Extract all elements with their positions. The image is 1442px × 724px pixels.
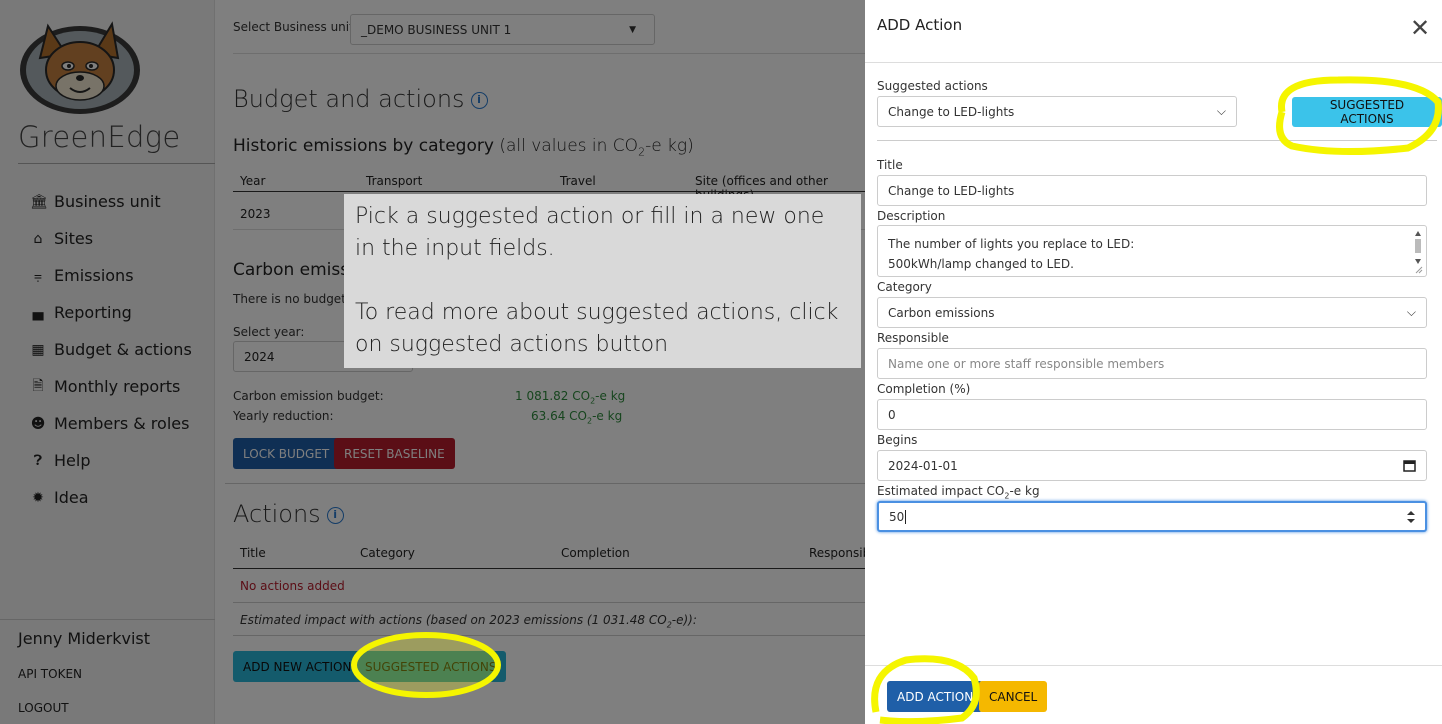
help-tooltip: Pick a suggested action or fill in a new… xyxy=(344,194,861,368)
begins-date-input[interactable]: 2024-01-01 xyxy=(877,450,1427,481)
close-icon[interactable]: ✕ xyxy=(1410,16,1430,40)
completion-input[interactable]: 0 xyxy=(877,399,1427,430)
spinner-icon[interactable] xyxy=(1407,510,1415,524)
suggested-actions-label: Suggested actions xyxy=(877,79,988,93)
divider xyxy=(865,62,1442,63)
category-value: Carbon emissions xyxy=(888,305,995,320)
cancel-button[interactable]: CANCEL xyxy=(979,681,1048,712)
description-line: 500kWh/lamp changed to LED. xyxy=(888,257,1074,271)
category-select[interactable]: Carbon emissions ⌵ xyxy=(877,297,1427,328)
completion-label: Completion (%) xyxy=(877,382,971,396)
impact-label: Estimated impact CO2-e kg xyxy=(877,484,1040,501)
modal-title: ADD Action xyxy=(877,16,963,34)
category-label: Category xyxy=(877,280,932,294)
description-label: Description xyxy=(877,209,946,223)
begins-label: Begins xyxy=(877,433,918,447)
tooltip-line: Pick a suggested action or fill in a new… xyxy=(355,204,825,261)
title-input[interactable]: Change to LED-lights xyxy=(877,175,1427,206)
description-line: The number of lights you replace to LED: xyxy=(888,237,1135,251)
title-label: Title xyxy=(877,158,903,172)
divider xyxy=(877,140,1437,141)
add-action-button[interactable]: ADD ACTION xyxy=(887,681,984,712)
suggested-actions-button[interactable]: SUGGESTED ACTIONS xyxy=(1292,97,1442,127)
divider xyxy=(865,665,1442,666)
chevron-down-icon: ⌵ xyxy=(1406,305,1416,319)
add-action-modal: ADD Action ✕ Suggested actions Change to… xyxy=(865,0,1442,724)
calendar-icon[interactable] xyxy=(1403,459,1416,472)
text-cursor xyxy=(905,509,907,524)
responsible-label: Responsible xyxy=(877,331,949,345)
chevron-down-icon: ⌵ xyxy=(1216,104,1226,118)
impact-value: 50 xyxy=(889,509,905,524)
impact-input[interactable]: 50 xyxy=(877,501,1427,532)
tooltip-line: To read more about suggested actions, cl… xyxy=(355,300,839,357)
suggested-actions-value: Change to LED-lights xyxy=(888,104,1015,119)
responsible-input[interactable]: Name one or more staff responsible membe… xyxy=(877,348,1427,379)
begins-value: 2024-01-01 xyxy=(888,458,958,473)
description-textarea[interactable]: The number of lights you replace to LED:… xyxy=(877,225,1427,277)
scrollbar[interactable] xyxy=(1413,228,1423,274)
suggested-actions-select[interactable]: Change to LED-lights ⌵ xyxy=(877,96,1237,127)
